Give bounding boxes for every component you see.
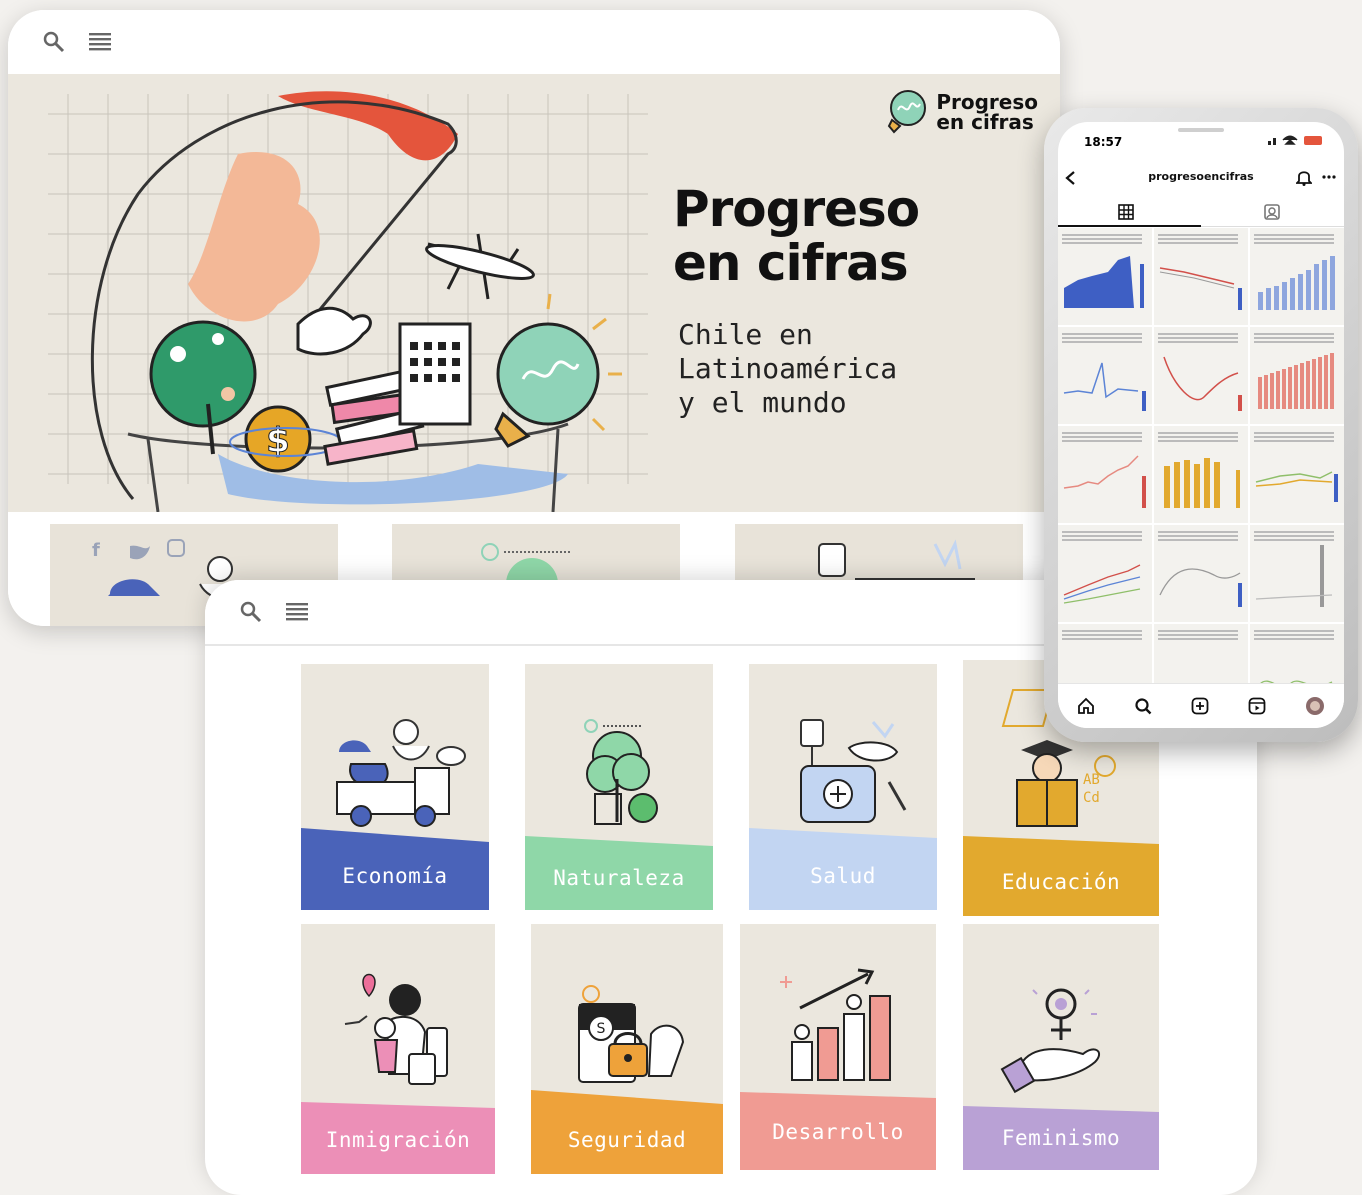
more-options-icon[interactable]	[1322, 175, 1336, 179]
menu-icon[interactable]	[88, 30, 112, 54]
profile-header: progresoencifras	[1058, 162, 1344, 192]
category-label: Educación	[1001, 870, 1121, 894]
phone-mockup: 18:57 progresoencifras	[1044, 108, 1358, 742]
grid-icon[interactable]	[1118, 204, 1134, 220]
menu-icon[interactable]	[285, 600, 309, 624]
hero-illustration: $	[48, 91, 648, 512]
category-label: Naturaleza	[553, 866, 685, 890]
browser-window-hero: $ Progreso en cifras Progreso en cifras …	[8, 10, 1060, 626]
brand-line2: en cifras	[936, 110, 1034, 134]
post-thumbnail[interactable]	[1154, 327, 1248, 424]
category-card-seguridad[interactable]: S Seguridad	[531, 924, 723, 1174]
bottom-nav	[1058, 683, 1344, 728]
category-card-desarrollo[interactable]: Desarrollo	[740, 924, 936, 1170]
post-grid	[1058, 228, 1344, 721]
svg-text:Cd: Cd	[1083, 790, 1100, 806]
hero-title: Progreso en cifras	[673, 180, 920, 292]
signal-wifi-battery-icon	[1268, 135, 1322, 145]
instagram-icon[interactable]	[167, 539, 185, 557]
post-thumbnail[interactable]	[1154, 228, 1248, 325]
active-tab-indicator	[1058, 225, 1201, 227]
hero-title-line2: en cifras	[673, 234, 909, 292]
hero-banner: $ Progreso en cifras Progreso en cifras …	[8, 74, 1060, 512]
twitter-icon[interactable]	[130, 545, 150, 560]
category-label: Salud	[810, 864, 876, 888]
post-thumbnail[interactable]	[1154, 426, 1248, 523]
category-card-feminismo[interactable]: Feminismo	[963, 924, 1159, 1170]
home-icon[interactable]	[1077, 697, 1095, 715]
post-thumbnail[interactable]	[1154, 525, 1248, 622]
brand-logo[interactable]: Progreso en cifras	[884, 88, 1038, 136]
post-thumbnail[interactable]	[1250, 228, 1344, 325]
status-bar: 18:57	[1058, 122, 1344, 160]
post-thumbnail[interactable]	[1058, 327, 1152, 424]
category-label: Economía	[342, 864, 448, 888]
category-label: Desarrollo	[772, 1120, 904, 1144]
category-card-salud[interactable]: Salud	[749, 664, 937, 910]
post-thumbnail[interactable]	[1058, 228, 1152, 325]
reels-icon[interactable]	[1248, 697, 1266, 715]
phone-screen: 18:57 progresoencifras	[1058, 122, 1344, 728]
category-label: Feminismo	[1001, 1126, 1121, 1150]
post-thumbnail[interactable]	[1058, 525, 1152, 622]
brand-line1: Progreso	[936, 90, 1038, 114]
post-thumbnail[interactable]	[1250, 525, 1344, 622]
bell-icon[interactable]	[1296, 168, 1312, 186]
tagged-icon[interactable]	[1264, 204, 1280, 220]
search-icon[interactable]	[239, 600, 263, 624]
avatar[interactable]	[1305, 696, 1325, 716]
post-thumbnail[interactable]	[1250, 327, 1344, 424]
svg-text:S: S	[597, 1021, 606, 1037]
category-label: Seguridad	[567, 1128, 687, 1152]
hero-subtitle: Chile en Latinoamérica y el mundo	[678, 318, 898, 419]
category-label: Inmigración	[325, 1128, 471, 1152]
new-post-icon[interactable]	[1191, 697, 1209, 715]
category-card-naturaleza[interactable]: Naturaleza	[525, 664, 713, 910]
hero-title-line1: Progreso	[673, 180, 920, 238]
status-time: 18:57	[1084, 135, 1123, 149]
top-bar	[8, 10, 1060, 76]
search-icon[interactable]	[42, 30, 66, 54]
post-thumbnail[interactable]	[1058, 426, 1152, 523]
category-card-inmigracion[interactable]: Inmigración	[301, 924, 495, 1174]
facebook-icon[interactable]: f	[92, 540, 100, 561]
lightbulb-logo-icon	[888, 90, 927, 134]
post-thumbnail[interactable]	[1250, 426, 1344, 523]
profile-tabs	[1058, 196, 1344, 227]
search-icon[interactable]	[1134, 697, 1152, 715]
category-card-economia[interactable]: Economía	[301, 664, 489, 910]
brand-name: Progreso en cifras	[936, 92, 1038, 132]
svg-text:AB: AB	[1083, 772, 1100, 788]
notch	[1178, 128, 1224, 132]
